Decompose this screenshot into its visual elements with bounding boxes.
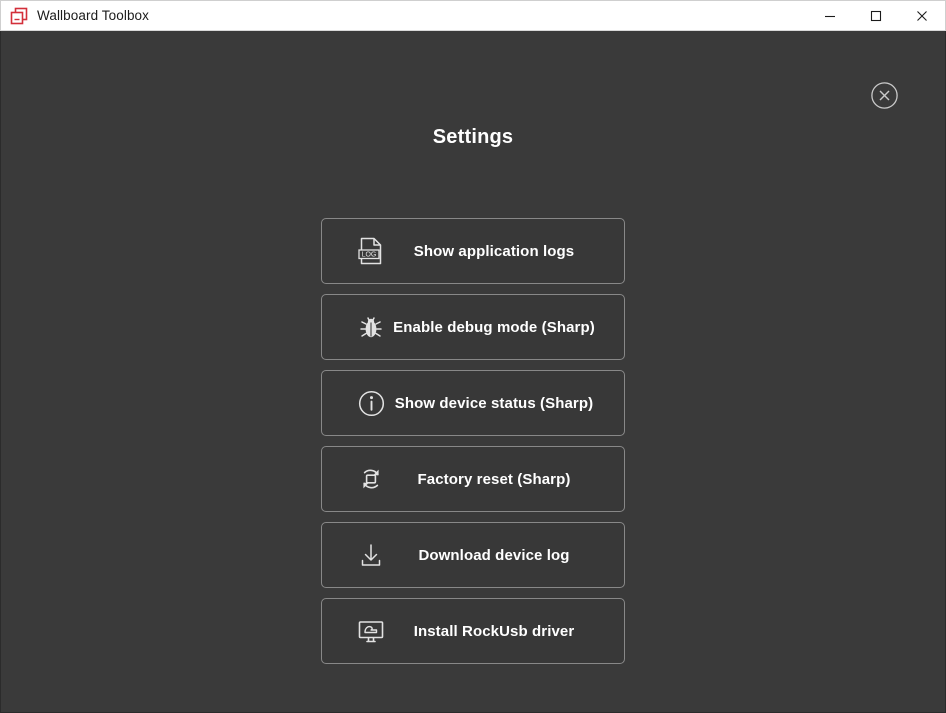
enable-debug-mode-button[interactable]: Enable debug mode (Sharp) <box>321 294 625 360</box>
install-rockusb-driver-button[interactable]: Install RockUsb driver <box>321 598 625 664</box>
reset-refresh-icon <box>356 464 386 494</box>
title-bar: Wallboard Toolbox <box>0 0 946 31</box>
download-device-log-button[interactable]: Download device log <box>321 522 625 588</box>
app-window: Wallboard Toolbox Settings LOG Show appl… <box>0 0 946 713</box>
page-title: Settings <box>432 126 514 148</box>
close-button[interactable] <box>899 0 945 31</box>
window-title: Wallboard Toolbox <box>37 8 150 23</box>
download-icon <box>356 540 386 570</box>
maximize-button[interactable] <box>853 0 899 31</box>
bug-icon <box>356 312 386 342</box>
settings-button-list: LOG Show application logs Enable debug m… <box>1 218 945 664</box>
minimize-button[interactable] <box>807 0 853 31</box>
show-device-status-button[interactable]: Show device status (Sharp) <box>321 370 625 436</box>
show-application-logs-button[interactable]: LOG Show application logs <box>321 218 625 284</box>
factory-reset-button[interactable]: Factory reset (Sharp) <box>321 446 625 512</box>
info-circle-icon <box>356 388 386 418</box>
close-circle-icon[interactable] <box>870 81 899 110</box>
svg-text:LOG: LOG <box>362 252 377 259</box>
stacked-documents-icon <box>8 5 30 27</box>
settings-panel: Settings LOG Show application logs Enabl… <box>0 31 946 713</box>
window-controls <box>807 0 945 31</box>
log-file-icon: LOG <box>356 236 386 266</box>
monitor-driver-icon <box>356 616 386 646</box>
